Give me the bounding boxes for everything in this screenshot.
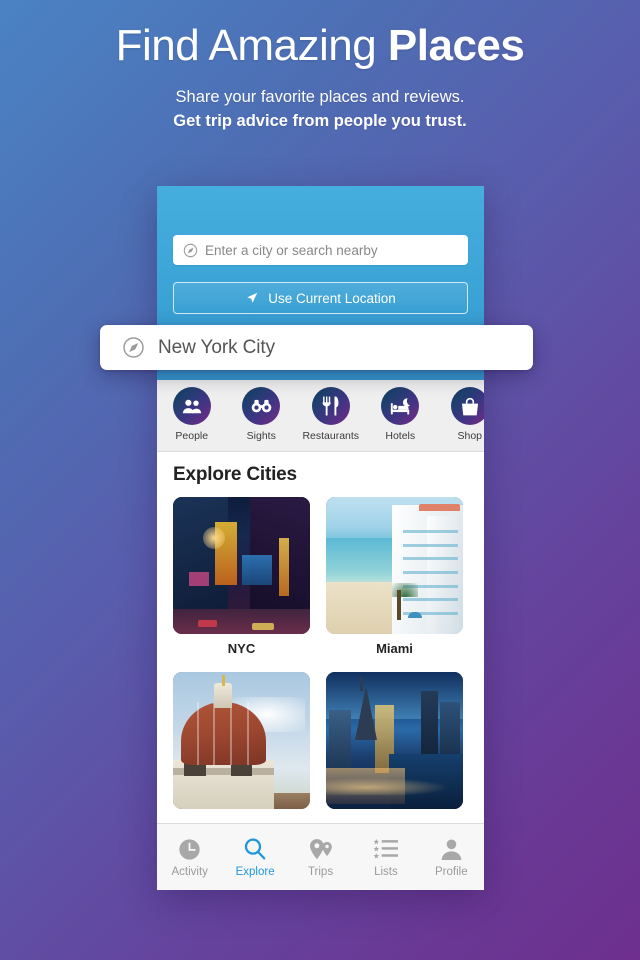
bottom-tab-bar[interactable]: Activity Explore Trips Lists Profile xyxy=(157,823,484,890)
category-restaurants-label: Restaurants xyxy=(302,430,360,442)
tab-activity[interactable]: Activity xyxy=(157,836,222,878)
city-thumbnail-las-vegas[interactable] xyxy=(326,672,463,809)
tab-lists-label: Lists xyxy=(374,866,398,878)
tab-activity-label: Activity xyxy=(171,866,208,878)
use-current-location-button[interactable]: Use Current Location xyxy=(173,282,468,314)
category-hotels[interactable]: Hotels xyxy=(366,387,436,442)
city-card[interactable]: NYC xyxy=(173,497,310,656)
compass-arrow-icon xyxy=(183,243,198,258)
category-people[interactable]: People xyxy=(157,387,227,442)
page-title-light: Find Amazing xyxy=(115,21,388,70)
city-name: NYC xyxy=(227,641,256,656)
tab-trips-label: Trips xyxy=(307,866,334,878)
category-people-label: People xyxy=(175,430,209,442)
tab-lists[interactable]: Lists xyxy=(353,836,418,878)
category-sights[interactable]: Sights xyxy=(227,387,297,442)
search-placeholder-text: Enter a city or search nearby xyxy=(205,242,378,258)
people-icon xyxy=(172,387,211,425)
hero-section: Find Amazing Places Share your favorite … xyxy=(0,0,640,134)
use-current-location-label: Use Current Location xyxy=(268,290,396,306)
times-square-night-photo xyxy=(173,497,310,634)
search-suggestion-overlay[interactable]: New York City xyxy=(100,325,533,370)
page-title-bold: Places xyxy=(387,21,525,70)
person-icon xyxy=(419,836,484,862)
city-card[interactable]: Las Vegas xyxy=(326,672,463,831)
city-card[interactable]: Miami xyxy=(326,497,463,656)
search-input[interactable]: Enter a city or search nearby xyxy=(173,235,468,265)
miami-beach-highrise-photo xyxy=(326,497,463,634)
explore-cities-heading: Explore Cities xyxy=(173,464,297,485)
city-thumbnail-nyc[interactable] xyxy=(173,497,310,634)
tab-profile[interactable]: Profile xyxy=(419,836,484,878)
search-magnifier-icon xyxy=(222,836,287,862)
clock-icon xyxy=(157,836,222,862)
binoculars-icon xyxy=(242,387,281,425)
category-shop-label: Shop xyxy=(457,430,483,442)
category-hotels-label: Hotels xyxy=(385,430,416,442)
hero-subtitle-line2: Get trip advice from people you trust. xyxy=(173,112,467,131)
hero-subtitle-line1: Share your favorite places and reviews. xyxy=(175,88,465,107)
category-shop[interactable]: Shop xyxy=(435,387,484,442)
shopping-bag-icon xyxy=(450,387,484,425)
city-thumbnail-miami[interactable] xyxy=(326,497,463,634)
bed-moon-icon xyxy=(381,387,420,425)
explore-cities-section: Explore Cities NYC Miami xyxy=(157,452,484,831)
category-sights-label: Sights xyxy=(246,430,276,442)
page-title: Find Amazing Places xyxy=(0,21,640,70)
search-suggestion-text: New York City xyxy=(158,336,275,358)
category-restaurants[interactable]: Restaurants xyxy=(296,387,366,442)
city-name: Miami xyxy=(376,641,413,656)
city-card[interactable]: Florence xyxy=(173,672,310,831)
compass-arrow-icon xyxy=(122,336,145,359)
phone-mockup: Enter a city or search nearby Use Curren… xyxy=(157,186,484,890)
fork-knife-icon xyxy=(311,387,350,425)
map-pins-icon xyxy=(288,836,353,862)
category-strip[interactable]: People Sights Restaurants Hotels Shop xyxy=(157,380,484,452)
city-thumbnail-florence[interactable] xyxy=(173,672,310,809)
florence-duomo-photo xyxy=(173,672,310,809)
tab-trips[interactable]: Trips xyxy=(288,836,353,878)
hero-subtitle: Share your favorite places and reviews. … xyxy=(0,86,640,134)
starred-list-icon xyxy=(353,836,418,862)
tab-explore[interactable]: Explore xyxy=(222,836,287,878)
las-vegas-strip-dusk-photo xyxy=(326,672,463,809)
tab-explore-label: Explore xyxy=(235,866,275,878)
navigation-arrow-icon xyxy=(245,291,259,305)
tab-profile-label: Profile xyxy=(435,866,468,878)
city-grid: NYC Miami xyxy=(173,497,468,831)
